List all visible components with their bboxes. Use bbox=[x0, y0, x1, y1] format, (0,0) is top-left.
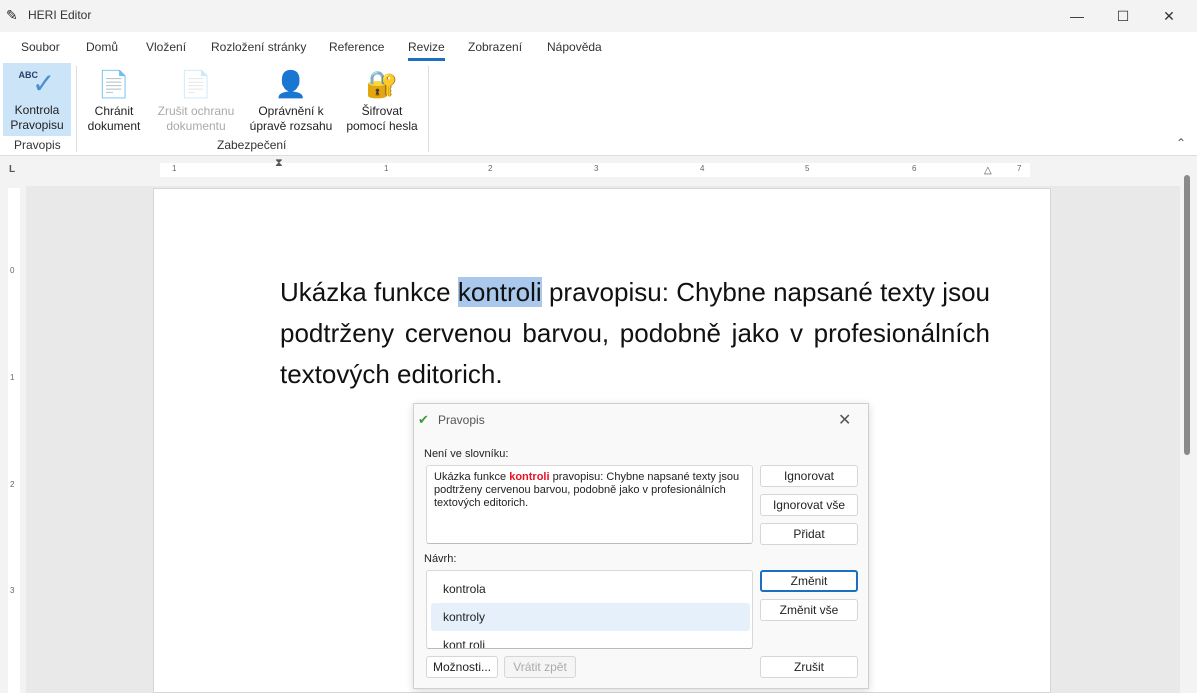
group-divider bbox=[76, 66, 77, 152]
encrypt-password-button[interactable]: 🔐 Šifrovat pomocí hesla bbox=[342, 64, 422, 136]
tab-soubor[interactable]: Soubor bbox=[21, 40, 60, 54]
context-text: Ukázka funkce bbox=[434, 471, 510, 483]
ruler-label: 2 bbox=[10, 480, 15, 489]
suggestion-item[interactable]: kont roli bbox=[431, 631, 750, 648]
document-unlock-icon: 📄 bbox=[179, 68, 213, 99]
ignore-all-button[interactable]: Ignorovat vše bbox=[760, 494, 858, 516]
dialog-close-button[interactable]: ✕ bbox=[838, 410, 851, 430]
spell-check-button[interactable]: ABC ✓ Kontrola Pravopisu bbox=[3, 63, 71, 136]
abc-label: ABC bbox=[18, 69, 39, 80]
ignore-button[interactable]: Ignorovat bbox=[760, 465, 858, 487]
tab-revize[interactable]: Revize bbox=[408, 40, 445, 61]
add-to-dictionary-button[interactable]: Přidat bbox=[760, 523, 858, 545]
ruler-label: 5 bbox=[805, 164, 810, 173]
suggestions-list[interactable]: kontrola kontroly kont roli bbox=[426, 570, 753, 649]
spell-check-icon: ABC ✓ bbox=[18, 67, 56, 99]
suggestion-item[interactable]: kontrola bbox=[431, 575, 750, 603]
title-bar: ✎ HERI Editor — ☐ ✕ bbox=[0, 0, 1197, 32]
suggestions-label: Návrh: bbox=[424, 553, 457, 565]
unprotect-document-button[interactable]: 📄 Zrušit ochranu dokumentu bbox=[152, 64, 240, 136]
tab-domu[interactable]: Domů bbox=[86, 40, 118, 54]
encrypt-label-2: pomocí hesla bbox=[346, 119, 418, 133]
suggestion-item-selected[interactable]: kontroly bbox=[431, 603, 750, 631]
change-button[interactable]: Změnit bbox=[760, 570, 858, 592]
tab-napoveda[interactable]: Nápověda bbox=[547, 40, 602, 54]
right-indent-marker[interactable]: △ bbox=[984, 165, 992, 176]
ruler-label: 2 bbox=[488, 164, 493, 173]
app-icon: ✎ bbox=[6, 7, 18, 23]
permissions-label-2: úpravě rozsahu bbox=[249, 119, 333, 133]
window-title: HERI Editor bbox=[28, 8, 92, 22]
spelling-dialog: ✔ Pravopis ✕ Není ve slovníku: Ukázka fu… bbox=[413, 403, 869, 689]
tab-reference[interactable]: Reference bbox=[329, 40, 384, 54]
protect-document-button[interactable]: 📄 Chránit dokument bbox=[82, 64, 146, 136]
ruler-label: 1 bbox=[384, 164, 389, 173]
close-button[interactable]: ✕ bbox=[1146, 0, 1192, 32]
options-button[interactable]: Možnosti... bbox=[426, 656, 498, 678]
group-label-pravopis: Pravopis bbox=[14, 138, 61, 152]
misspelled-word-selected[interactable]: kontroli bbox=[457, 277, 542, 307]
vertical-ruler-track[interactable]: 0 1 2 3 bbox=[8, 188, 20, 693]
tab-zobrazeni[interactable]: Zobrazení bbox=[468, 40, 522, 54]
encrypt-label-1: Šifrovat bbox=[361, 104, 403, 118]
tab-vlozeni[interactable]: Vložení bbox=[146, 40, 186, 54]
spell-label-2: Pravopisu bbox=[10, 118, 64, 132]
maximize-button[interactable]: ☐ bbox=[1100, 0, 1146, 32]
unprotect-label-2: dokumentu bbox=[166, 119, 226, 133]
ruler-label: 4 bbox=[700, 164, 705, 173]
ribbon-tabs: Soubor Domů Vložení Rozložení stránky Re… bbox=[0, 32, 1197, 62]
lock-key-icon: 🔐 bbox=[365, 68, 399, 99]
context-textbox[interactable]: Ukázka funkce kontroli pravopisu: Chybne… bbox=[426, 465, 753, 544]
permissions-label-1: Oprávnění k bbox=[258, 104, 324, 118]
collapse-ribbon-icon[interactable]: ⌃ bbox=[1176, 136, 1186, 150]
undo-button[interactable]: Vrátit zpět bbox=[504, 656, 576, 678]
ruler-label: 1 bbox=[10, 373, 15, 382]
protect-label-1: Chránit bbox=[94, 104, 134, 118]
context-error-word: kontroli bbox=[509, 471, 550, 483]
edit-permissions-button[interactable]: 👤 Oprávnění k úpravě rozsahu bbox=[246, 64, 336, 136]
spell-label-1: Kontrola bbox=[14, 103, 60, 117]
unprotect-label-1: Zrušit ochranu bbox=[157, 104, 235, 118]
horizontal-ruler[interactable]: 1 1 2 3 4 5 6 7 ⧗ △ bbox=[160, 157, 1030, 177]
protect-label-2: dokument bbox=[87, 119, 141, 133]
scrollbar-thumb[interactable] bbox=[1184, 175, 1190, 455]
not-in-dictionary-label: Není ve slovníku: bbox=[424, 448, 509, 460]
minimize-button[interactable]: — bbox=[1054, 0, 1100, 32]
document-lock-icon: 📄 bbox=[97, 68, 131, 99]
ruler-label: 0 bbox=[10, 266, 15, 275]
group-divider bbox=[428, 66, 429, 152]
change-all-button[interactable]: Změnit vše bbox=[760, 599, 858, 621]
spell-dialog-icon: ✔ bbox=[418, 412, 429, 427]
dialog-title: Pravopis bbox=[438, 413, 485, 427]
ruler-label: 1 bbox=[172, 164, 177, 173]
ruler-label: 6 bbox=[912, 164, 917, 173]
cancel-button[interactable]: Zrušit bbox=[760, 656, 858, 678]
indent-marker[interactable]: ⧗ bbox=[275, 157, 283, 170]
group-label-zabezpeceni: Zabezpečení bbox=[217, 138, 287, 152]
ruler-label: 7 bbox=[1017, 164, 1022, 173]
ruler-label: 3 bbox=[594, 164, 599, 173]
text-segment: Ukázka funkce bbox=[280, 277, 458, 307]
tab-stop-selector[interactable]: L bbox=[9, 164, 15, 175]
user-document-lock-icon: 👤 bbox=[274, 68, 308, 99]
tab-rozlozeni[interactable]: Rozložení stránky bbox=[211, 40, 306, 54]
document-text[interactable]: Ukázka funkce kontroli pravopisu: Chybne… bbox=[280, 272, 990, 395]
ribbon: ABC ✓ Kontrola Pravopisu 📄 Chránit dokume… bbox=[0, 62, 1197, 156]
ruler-label: 3 bbox=[10, 586, 15, 595]
